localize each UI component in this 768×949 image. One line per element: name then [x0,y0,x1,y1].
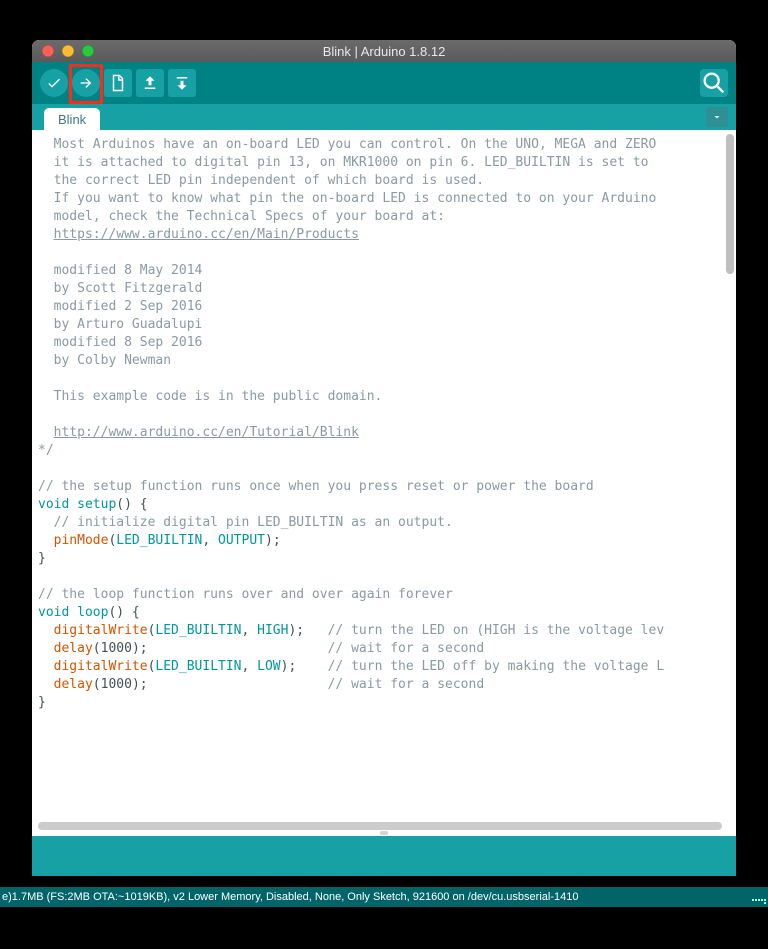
arrow-right-icon [78,75,94,91]
save-sketch-button[interactable] [168,69,196,97]
editor-horizontal-scrollbar[interactable] [38,822,722,830]
chevron-down-icon [711,111,723,123]
editor-vertical-scrollbar[interactable] [726,134,734,814]
new-sketch-button[interactable] [104,69,132,97]
code-content: Most Arduinos have an on-board LED you c… [32,130,736,718]
zoom-window-icon[interactable] [82,45,94,57]
scrollbar-thumb[interactable] [38,822,722,830]
resize-grip-icon[interactable] [752,890,766,904]
window-controls [32,45,94,57]
check-icon [46,75,62,91]
arduino-ide-window: Blink | Arduino 1.8.12 Blink [32,40,736,876]
code-editor[interactable]: Most Arduinos have an on-board LED you c… [32,130,736,836]
magnifier-icon [700,69,728,97]
close-window-icon[interactable] [42,45,54,57]
editor-resize-grip[interactable] [32,830,736,836]
tab-blink[interactable]: Blink [44,108,100,130]
arrow-up-icon [141,74,159,92]
serial-monitor-button[interactable] [700,69,728,97]
file-icon [109,74,127,92]
board-status-text: e)1.7MB (FS:2MB OTA:~1019KB), v2 Lower M… [2,891,578,903]
window-titlebar: Blink | Arduino 1.8.12 [32,40,736,62]
board-status-bar: e)1.7MB (FS:2MB OTA:~1019KB), v2 Lower M… [0,887,768,907]
link-tutorial-blink[interactable]: http://www.arduino.cc/en/Tutorial/Blink [54,425,359,440]
arrow-down-icon [173,74,191,92]
toolbar [32,62,736,104]
link-products[interactable]: https://www.arduino.cc/en/Main/Products [54,227,359,242]
scrollbar-thumb[interactable] [726,134,734,274]
minimize-window-icon[interactable] [62,45,74,57]
tab-strip: Blink [32,104,736,130]
console-area [32,836,736,876]
verify-button[interactable] [40,69,68,97]
tab-menu-button[interactable] [706,107,728,127]
open-sketch-button[interactable] [136,69,164,97]
window-title: Blink | Arduino 1.8.12 [32,44,736,59]
upload-button[interactable] [72,69,100,97]
